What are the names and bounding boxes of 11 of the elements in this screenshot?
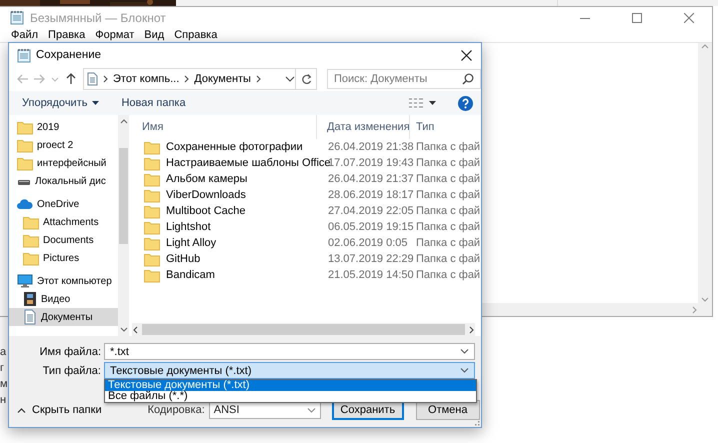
text-fragment: г (0, 361, 6, 375)
field-label: Тип файла: (42, 364, 102, 376)
field-label: Имя файла: (38, 346, 102, 358)
window-title: Безымянный — Блокнот (30, 10, 166, 24)
text-fragment: а (0, 345, 8, 359)
field-label: Кодировка: (148, 404, 205, 416)
text-fragment: н (0, 393, 8, 407)
table-cell-text: 02.06.2019 0:05 (327, 237, 409, 249)
dialog-title: Сохранение (36, 49, 102, 61)
table-cell-text: Папка с фай (415, 237, 480, 249)
text-fragment: м (0, 377, 8, 391)
